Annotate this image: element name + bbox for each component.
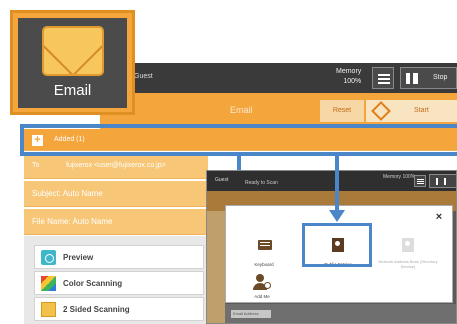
add-person-icon: [252, 274, 271, 292]
memory-value: 100%: [343, 78, 362, 85]
stop-button[interactable]: Stop: [400, 67, 457, 89]
keyboard-option[interactable]: Keyboard: [234, 234, 294, 274]
reset-button[interactable]: Reset: [320, 100, 364, 122]
arrow-down-icon: [329, 210, 345, 222]
file-name-text: File Name: Auto Name: [32, 217, 113, 226]
device-screen: Guest Memory 100% Stop Email Reset Start…: [0, 0, 457, 324]
start-icon: [371, 101, 391, 121]
network-address-book-label: Network Address Book (Directory Service): [378, 259, 438, 269]
memory-label: Memory: [336, 68, 362, 75]
preview-icon: [41, 250, 56, 265]
popup-bottom-list: Email Address: [225, 304, 456, 323]
highlight-connector-right: [241, 152, 457, 156]
callout-arrow-line: [335, 154, 339, 212]
email-app-tile[interactable]: Email: [18, 18, 127, 108]
network-address-book-icon: [402, 238, 414, 252]
close-button[interactable]: ×: [432, 210, 446, 224]
memory-indicator: Memory 100%: [336, 67, 361, 87]
keyboard-label: Keyboard: [254, 262, 274, 267]
network-address-book-option[interactable]: Network Address Book (Directory Service): [378, 234, 438, 274]
email-app-callout: Email: [10, 10, 135, 115]
color-scanning-button[interactable]: Color Scanning: [34, 271, 204, 295]
recipient-address: fujixerox <user@fujixerox.co.jp>: [66, 162, 166, 169]
page-title: Email: [230, 105, 253, 115]
color-scanning-icon: [41, 276, 56, 291]
popup-status-text: Ready to Scan: [245, 180, 278, 186]
file-name-row[interactable]: File Name: Auto Name: [24, 209, 208, 235]
pause-icon: [406, 73, 418, 84]
keyboard-icon: [258, 240, 272, 250]
status-bar: Guest Memory 100% Stop: [100, 63, 457, 93]
popup-side-panel: [207, 211, 225, 323]
popup-user-text: Guest: [215, 177, 229, 183]
popup-list-item[interactable]: Email Address: [231, 310, 271, 318]
feature-label: 2 Sided Scanning: [63, 305, 130, 314]
two-sided-scanning-icon: [41, 302, 56, 317]
popup-menu-button[interactable]: [414, 175, 426, 187]
menu-icon: [378, 74, 390, 76]
subject-text: Subject: Auto Name: [32, 189, 103, 198]
start-label: Start: [414, 107, 429, 114]
stop-label: Stop: [433, 74, 448, 81]
feature-label: Color Scanning: [63, 279, 123, 288]
preview-button[interactable]: Preview: [34, 245, 204, 269]
add-me-label: Add Me: [254, 294, 270, 299]
envelope-icon: [42, 26, 104, 76]
subject-row[interactable]: Subject: Auto Name: [24, 181, 208, 207]
public-entries-highlight: [302, 223, 372, 267]
menu-button[interactable]: [372, 67, 394, 89]
email-app-label: Email: [53, 82, 92, 99]
popup-status-bar: Guest Ready to Scan Memory 100%: [207, 171, 456, 191]
user-status-text: Guest: [134, 73, 153, 80]
feature-label: Preview: [63, 253, 94, 262]
to-label: To: [32, 162, 40, 169]
popup-memory-text: Memory 100%: [383, 174, 416, 180]
two-sided-scanning-button[interactable]: 2 Sided Scanning: [34, 297, 204, 321]
start-button[interactable]: Start: [366, 100, 457, 122]
recipient-row[interactable]: To fujixerox <user@fujixerox.co.jp>: [24, 153, 208, 179]
popup-stop-button[interactable]: [429, 174, 456, 188]
